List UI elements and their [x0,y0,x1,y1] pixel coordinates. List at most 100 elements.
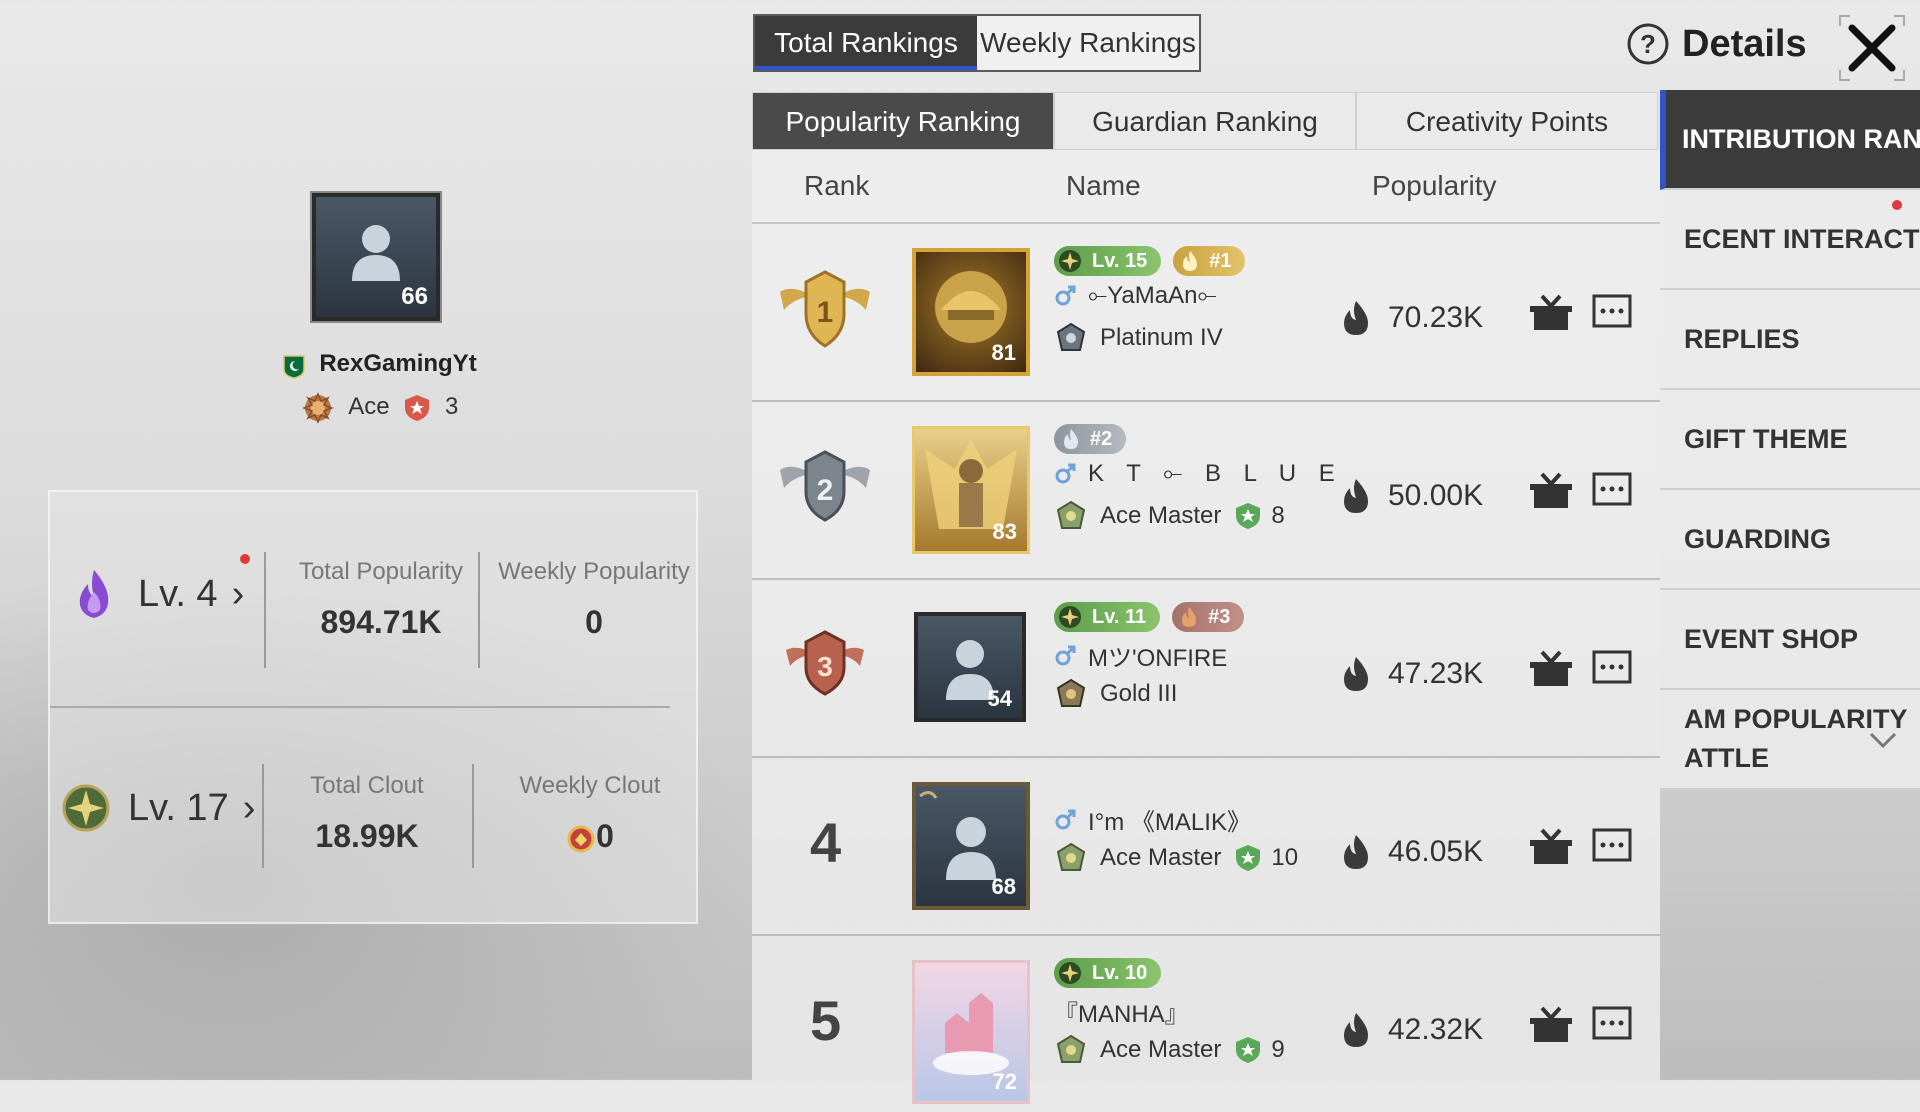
weekly-popularity-stat: Weekly Popularity 0 [494,558,694,641]
message-icon[interactable] [1592,294,1632,330]
green-shield-icon [1236,503,1261,529]
message-icon[interactable] [1592,828,1632,864]
flame-icon [1344,479,1368,513]
popularity-text: 70.23K [1388,301,1484,334]
gift-icon[interactable] [1528,472,1574,512]
clout-badge-icon [567,825,595,853]
popularity-text: 42.32K [1388,1013,1484,1046]
column-rank: Rank [804,170,870,201]
player-tier-number: 9 [1271,1036,1285,1063]
player-badges: #2 [1054,424,1127,454]
table-row[interactable]: 3 54 Lv. 11 #3 Mツ'ONFIRE Gold III 47.23K [752,580,1660,758]
player-tier: Ace Master [1100,844,1222,871]
avatar-level: 81 [991,340,1016,365]
total-popularity-label: Total Popularity [298,558,464,585]
ace-master-tier-icon [1056,842,1086,871]
player-name: 『MANHA』 [1054,1001,1189,1028]
male-icon [1055,463,1076,484]
table-row[interactable]: 1 81 Lv. 15 #1 ⟜YaMaAn⟜ Platinum IV 70.2… [752,224,1660,402]
tab-weekly-rankings[interactable]: Weekly Rankings [977,16,1199,70]
rank-badge-text: #3 [1208,605,1231,628]
compass-icon [1059,606,1081,628]
ranking-category-tabs: Popularity Ranking Guardian Ranking Crea… [752,92,1658,150]
star-shield-icon [405,395,430,421]
player-avatar[interactable]: 83 [912,426,1030,554]
chevron-right-icon: › [242,786,256,829]
player-tier-line: Ace Master 9 [1054,1034,1285,1066]
player-name[interactable]: RexGamingYt [319,350,476,377]
compass-icon [1059,962,1081,984]
medal-rank-text: 3 [817,651,833,682]
player-avatar[interactable]: 72 [912,960,1030,1104]
rank-pill: #3 [1172,602,1245,632]
player-name-line: I°m 《MALIK》 [1054,802,1251,837]
weekly-popularity-value: 0 [585,604,603,640]
purple-flame-icon [79,570,109,618]
flame-icon [1344,835,1368,869]
medal-rank-text: 2 [817,474,834,507]
player-name: K T ⟜ B L U E [1088,460,1343,487]
close-icon[interactable] [1836,12,1908,84]
message-icon[interactable] [1592,1006,1632,1042]
bronze-rank-3-medal-icon: 3 [786,630,864,696]
flame-icon [1064,429,1078,449]
player-avatar[interactable]: 68 [912,782,1030,910]
side-item-event-shop[interactable]: EVENT SHOP [1660,590,1920,690]
player-name-line: ⟜YaMaAn⟜ [1054,282,1217,310]
side-item-contribution-ranking[interactable]: INTRIBUTION RANKI [1660,90,1920,190]
profile-avatar-level: 66 [401,283,428,310]
rank-number: 5 [810,989,842,1052]
side-item-gift-theme[interactable]: GIFT THEME [1660,390,1920,490]
table-row[interactable]: 2 83 #2 K T ⟜ B L U E Ace Master 8 50.00… [752,402,1660,580]
total-popularity-value: 894.71K [320,604,442,640]
rank-pill: #2 [1054,424,1127,454]
side-item-team-popularity-battle[interactable]: AM POPULARITY ATTLE [1660,690,1920,790]
rank-badge-text: #1 [1209,249,1232,272]
message-icon[interactable] [1592,472,1632,508]
popularity-level-text: Lv. 4 [138,572,218,615]
side-item-guarding[interactable]: GUARDING [1660,490,1920,590]
level-pill: Lv. 10 [1054,958,1162,988]
tab-guardian-ranking[interactable]: Guardian Ranking [1054,92,1356,150]
gift-icon[interactable] [1528,650,1574,690]
side-item-recent-interactions[interactable]: ECENT INTERACTION [1660,190,1920,290]
table-row[interactable]: 5 72 Lv. 10 『MANHA』 Ace Master 9 42.32K [752,936,1660,1112]
medal-rank-text: 1 [817,296,834,329]
chevron-right-icon: › [231,572,245,615]
details-button[interactable]: ? Details [1626,22,1807,66]
avatar-level: 54 [987,686,1012,711]
avatar-level: 72 [992,1069,1017,1094]
gift-icon[interactable] [1528,294,1574,334]
message-icon[interactable] [1592,650,1632,686]
divider [478,552,480,668]
popularity-level-button[interactable]: Lv. 4 › [72,568,244,620]
platinum-tier-icon [1056,322,1086,351]
clout-compass-icon [62,784,110,832]
chevron-down-icon [1869,732,1897,749]
male-icon [1055,285,1076,306]
player-name: ⟜YaMaAn⟜ [1088,282,1217,309]
weekly-popularity-label: Weekly Popularity [498,558,690,585]
table-row[interactable]: 4 68 I°m 《MALIK》 Ace Master 10 46.05K [752,758,1660,936]
silver-rank-2-medal-icon: 2 [780,450,870,522]
details-label: Details [1682,22,1807,65]
player-avatar[interactable]: 54 [914,612,1026,722]
gift-icon[interactable] [1528,828,1574,868]
level-text: Lv. 11 [1092,605,1147,628]
player-avatar[interactable]: 81 [912,248,1030,376]
profile-avatar[interactable]: 66 [312,193,440,321]
tab-popularity-ranking[interactable]: Popularity Ranking [752,92,1054,150]
total-clout-value: 18.99K [315,818,419,854]
male-icon [1055,645,1076,665]
clout-level-button[interactable]: Lv. 17 › [62,784,255,832]
side-item-replies[interactable]: REPLIES [1660,290,1920,390]
player-tier-line: Platinum IV [1054,322,1223,354]
total-popularity-stat: Total Popularity 894.71K [286,558,476,641]
player-tier-line: Ace Master 10 [1054,842,1298,874]
tab-total-rankings[interactable]: Total Rankings [755,16,977,70]
flame-icon [1182,607,1197,627]
weekly-clout-stat: Weekly Clout 0 [490,772,690,855]
gift-icon[interactable] [1528,1006,1574,1046]
tab-creativity-points[interactable]: Creativity Points [1356,92,1658,150]
stats-divider [50,706,670,708]
